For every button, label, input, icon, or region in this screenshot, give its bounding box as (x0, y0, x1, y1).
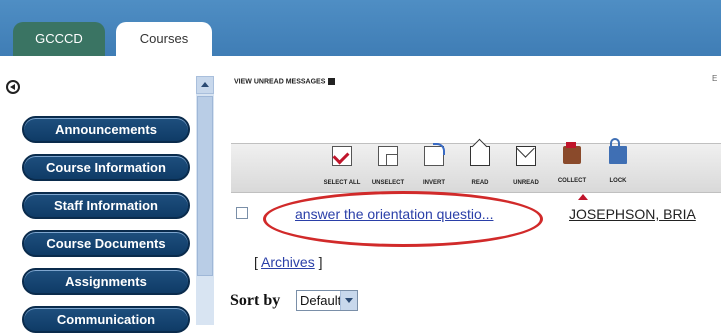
invert-icon (424, 143, 445, 166)
tab-gcccd[interactable]: GCCCD (13, 22, 105, 56)
archives-link[interactable]: Archives (261, 254, 315, 270)
unselect-button[interactable]: UNSELECT (365, 146, 411, 190)
select-all-button[interactable]: SELECT ALL (319, 146, 365, 190)
collect-icon (563, 142, 581, 164)
invert-button[interactable]: INVERT (411, 143, 457, 190)
invert-label: INVERT (422, 180, 445, 186)
lock-button[interactable]: LOCK (595, 138, 641, 190)
nav-staff-information[interactable]: Staff Information (22, 192, 190, 219)
tab-courses[interactable]: Courses (116, 22, 212, 56)
dropdown-icon[interactable] (328, 78, 336, 85)
scroll-up-icon[interactable] (196, 76, 214, 94)
collect-label: COLLECT (557, 178, 587, 184)
unselect-label: UNSELECT (371, 180, 405, 186)
sort-by-label: Sort by (230, 292, 281, 309)
lock-icon (609, 138, 627, 164)
nav-assignments[interactable]: Assignments (22, 268, 190, 295)
read-label: READ (471, 180, 489, 186)
sort-select[interactable]: Default (296, 290, 358, 311)
lock-label: LOCK (609, 178, 627, 184)
chevron-down-icon[interactable] (340, 291, 357, 310)
highlight-annotation (263, 191, 543, 247)
unread-envelope-icon (516, 146, 536, 166)
nav-course-documents[interactable]: Course Documents (22, 230, 190, 257)
message-toolbar: SELECT ALL UNSELECT INVERT READ UNREAD C… (231, 138, 721, 193)
scroll-thumb[interactable] (197, 96, 213, 276)
select-all-icon (332, 146, 352, 166)
sort-select-value: Default (300, 293, 342, 308)
collect-button[interactable]: COLLECT (549, 142, 595, 190)
nav-course-information[interactable]: Course Information (22, 154, 190, 181)
back-arrow-icon[interactable] (6, 80, 20, 94)
unselect-icon (378, 146, 398, 166)
corner-text: E (712, 74, 718, 83)
message-author-link[interactable]: JOSEPHSON, BRIA (569, 206, 696, 222)
unread-label: UNREAD (513, 180, 539, 186)
archives-block: [ Archives ] (254, 254, 323, 270)
read-button[interactable]: READ (457, 146, 503, 190)
message-checkbox[interactable] (236, 207, 248, 219)
nav-announcements[interactable]: Announcements (22, 116, 190, 143)
read-envelope-icon (470, 146, 490, 166)
nav-communication[interactable]: Communication (22, 306, 190, 333)
unread-button[interactable]: UNREAD (503, 146, 549, 190)
view-unread-label: VIEW UNREAD MESSAGES (234, 78, 326, 86)
top-tab-bar: GCCCD Courses (0, 0, 721, 56)
select-all-label: SELECT ALL (323, 180, 361, 186)
sort-indicator-icon (578, 194, 588, 200)
view-unread-filter[interactable]: VIEW UNREAD MESSAGES (234, 78, 336, 86)
